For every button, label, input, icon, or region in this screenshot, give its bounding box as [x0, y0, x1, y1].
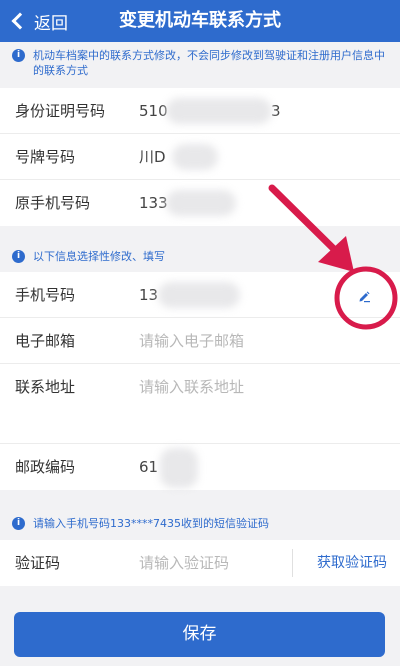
address-input[interactable]: 请输入联系地址	[139, 364, 244, 410]
edit-pencil-icon[interactable]	[356, 288, 372, 304]
sms-notice-text: 请输入手机号码133****7435收到的短信验证码	[33, 517, 269, 530]
redacted-blur	[160, 448, 198, 488]
postal-code-label: 邮政编码	[15, 458, 76, 476]
plate-number-value: 川D	[139, 148, 166, 166]
get-code-button[interactable]: 获取验证码	[292, 549, 387, 577]
id-number-value-start: 510	[139, 102, 168, 120]
verify-code-row[interactable]: 验证码 请输入验证码 获取验证码	[0, 540, 400, 586]
fixed-info-section: 身份证明号码 510 3 号牌号码 川D 原手机号码 133	[0, 88, 400, 226]
verify-section: 验证码 请输入验证码 获取验证码	[0, 540, 400, 586]
optional-notice-text: 以下信息选择性修改、填写	[33, 250, 165, 263]
top-notice-text: 机动车档案中的联系方式修改，不会同步修改到驾驶证和注册用户信息中的联系方式	[33, 49, 385, 77]
verify-code-label: 验证码	[15, 554, 61, 572]
info-icon: i	[12, 517, 25, 530]
save-button[interactable]: 保存	[14, 612, 385, 657]
verify-code-input[interactable]: 请输入验证码	[139, 540, 229, 586]
phone-input[interactable]: 13	[139, 272, 158, 318]
plate-number-row: 号牌号码 川D	[0, 134, 400, 180]
info-icon: i	[12, 250, 25, 263]
optional-notice: i 以下信息选择性修改、填写	[0, 249, 400, 264]
original-phone-row: 原手机号码 133	[0, 180, 400, 226]
app-header: 返回 变更机动车联系方式	[0, 0, 400, 42]
phone-label: 手机号码	[15, 286, 76, 304]
id-number-value-end: 3	[271, 102, 281, 120]
email-label: 电子邮箱	[15, 332, 76, 350]
page-title: 变更机动车联系方式	[119, 10, 281, 31]
plate-number-label: 号牌号码	[15, 148, 76, 166]
original-phone-value: 133	[139, 194, 168, 212]
original-phone-label: 原手机号码	[15, 194, 91, 212]
email-row[interactable]: 电子邮箱 请输入电子邮箱	[0, 318, 400, 364]
sms-notice: i 请输入手机号码133****7435收到的短信验证码	[0, 516, 400, 531]
info-icon: i	[12, 49, 25, 62]
postal-code-row[interactable]: 邮政编码 61	[0, 444, 400, 490]
id-number-label: 身份证明号码	[15, 102, 106, 120]
address-label: 联系地址	[15, 378, 76, 396]
redacted-blur	[166, 190, 236, 216]
top-notice: i 机动车档案中的联系方式修改，不会同步修改到驾驶证和注册用户信息中的联系方式	[0, 48, 400, 78]
redacted-blur	[166, 98, 272, 124]
redacted-blur	[158, 282, 240, 308]
address-row[interactable]: 联系地址 请输入联系地址	[0, 364, 400, 444]
id-number-row: 身份证明号码 510 3	[0, 88, 400, 134]
redacted-blur	[172, 144, 218, 170]
editable-section: 手机号码 13 电子邮箱 请输入电子邮箱 联系地址 请输入联系地址 邮政编码 6…	[0, 272, 400, 490]
postal-code-input[interactable]: 61	[139, 444, 158, 490]
email-input[interactable]: 请输入电子邮箱	[139, 318, 244, 364]
phone-row[interactable]: 手机号码 13	[0, 272, 400, 318]
